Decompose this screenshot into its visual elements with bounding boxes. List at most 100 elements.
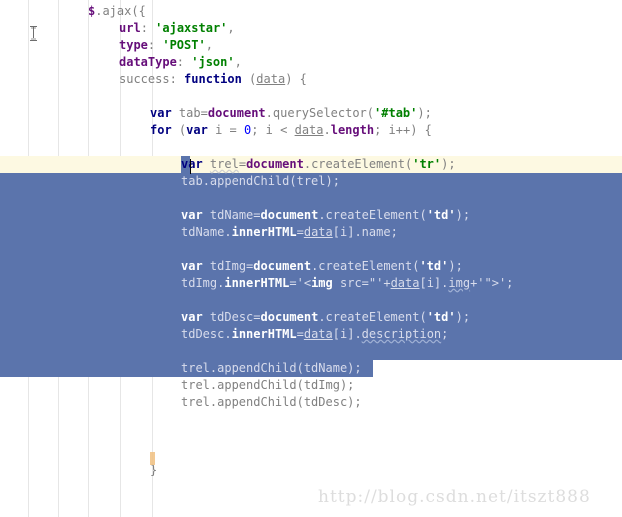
code-line[interactable] (0, 411, 622, 428)
code-token: .appendChild(tdImg); (209, 378, 355, 392)
code-token: .appendChild(trel); (202, 174, 340, 188)
code-token: tdImg (209, 259, 247, 273)
code-token: .createElement( (311, 259, 420, 273)
code-line[interactable] (0, 292, 622, 309)
code-token: ++) { (395, 123, 432, 137)
code-token: 'json' (191, 55, 235, 69)
i-beam-cursor (30, 26, 37, 41)
code-line[interactable]: tdImg.innerHTML='<img src="'+data[i].img… (0, 275, 622, 292)
code-line[interactable]: var tab=document.querySelector('#tab'); (0, 105, 622, 122)
code-token: document (253, 259, 312, 273)
code-token: = (253, 208, 261, 222)
code-token: [i]. (332, 327, 362, 341)
code-token: = (253, 310, 261, 324)
code-token: function (184, 72, 242, 86)
code-token: = (296, 225, 304, 239)
code-line[interactable]: $.ajax({ (0, 3, 622, 20)
code-token: innerHTML (231, 327, 297, 341)
code-editor[interactable]: $.ajax({url: 'ajaxstar', type: 'POST', dat… (0, 0, 622, 517)
code-token: 'td' (426, 310, 456, 324)
code-token: ); (448, 259, 463, 273)
code-token: #tab (381, 106, 411, 120)
code-token: i (388, 123, 396, 137)
code-line[interactable]: var tdDesc=document.createElement('td'); (0, 309, 622, 326)
code-token: tdImg (181, 276, 218, 290)
code-token: document (260, 208, 319, 222)
code-token: var (186, 123, 208, 137)
code-token: var (181, 208, 203, 222)
code-token: = (238, 157, 247, 171)
code-line[interactable] (0, 343, 622, 360)
code-token: var (181, 310, 203, 324)
code-line[interactable]: url: 'ajaxstar', (0, 20, 622, 37)
code-token: .ajax({ (95, 4, 146, 18)
code-token: ); (455, 310, 471, 324)
code-token: success (119, 72, 170, 86)
code-token: data (256, 72, 286, 86)
code-line[interactable]: dataType: 'json', (0, 54, 622, 71)
code-line[interactable]: tab.appendChild(trel); (0, 173, 622, 190)
code-line[interactable]: var trel=document.createElement('tr'); (0, 156, 622, 173)
code-line[interactable]: tdDesc.innerHTML=data[i].description; (0, 326, 622, 343)
code-token: trel (181, 378, 210, 392)
code-token: = (289, 276, 297, 290)
code-token: : (176, 55, 192, 69)
code-token: 'POST' (162, 38, 206, 52)
code-text[interactable]: $.ajax({url: 'ajaxstar', type: 'POST', dat… (0, 3, 622, 513)
code-token: < (272, 123, 295, 137)
code-line[interactable] (0, 445, 622, 462)
code-line[interactable]: var tdImg=document.createElement('td'); (0, 258, 622, 275)
code-line[interactable]: success: function (data) { (0, 71, 622, 88)
code-token: img (448, 276, 471, 290)
code-token: .createElement( (318, 208, 427, 222)
code-line[interactable] (0, 88, 622, 105)
code-line[interactable]: trel.appendChild(tdDesc); (0, 394, 622, 411)
code-token: i (265, 123, 273, 137)
code-line[interactable]: trel.appendChild(tdName); (0, 360, 622, 377)
code-line[interactable]: type: 'POST', (0, 37, 622, 54)
code-token: . (224, 225, 232, 239)
code-line[interactable] (0, 190, 622, 207)
code-token: ( (241, 72, 257, 86)
code-token: var (150, 106, 172, 120)
code-token: data (303, 225, 333, 239)
code-token: for (150, 123, 172, 137)
code-token: = (296, 327, 304, 341)
code-line[interactable] (0, 139, 622, 156)
code-token: '< (296, 276, 312, 290)
code-token: innerHTML (224, 276, 290, 290)
code-token: 'td' (426, 208, 456, 222)
code-token: tdName (181, 225, 225, 239)
code-token: trel (181, 395, 210, 409)
code-line[interactable]: tdName.innerHTML=data[i].name; (0, 224, 622, 241)
code-token: document (260, 310, 319, 324)
code-line[interactable] (0, 241, 622, 258)
code-token: } (150, 463, 158, 477)
code-token: [i]. (419, 276, 449, 290)
code-token: document (246, 157, 304, 171)
code-token: tdDesc (209, 310, 254, 324)
code-token: , (227, 21, 235, 35)
code-token: : (140, 21, 156, 35)
code-token: ) { (285, 72, 307, 86)
code-line[interactable]: trel.appendChild(tdImg); (0, 377, 622, 394)
code-token: tdDesc (181, 327, 225, 341)
code-line[interactable]: var tdName=document.createElement('td'); (0, 207, 622, 224)
code-token: .appendChild(tdName); (209, 361, 362, 375)
code-token: ); (455, 208, 471, 222)
code-token: img (311, 276, 333, 290)
code-token: var (181, 259, 203, 273)
code-token: tab (178, 106, 201, 120)
code-token: data (294, 123, 324, 137)
code-line[interactable]: for (var i = 0; i < data.length; i++) { (0, 122, 622, 139)
code-token: length (330, 123, 375, 137)
code-line[interactable]: } (0, 462, 622, 479)
code-token: description (361, 327, 442, 341)
code-token: data (390, 276, 420, 290)
code-token: , (234, 55, 242, 69)
code-token: trel (181, 361, 210, 375)
code-line[interactable] (0, 428, 622, 445)
